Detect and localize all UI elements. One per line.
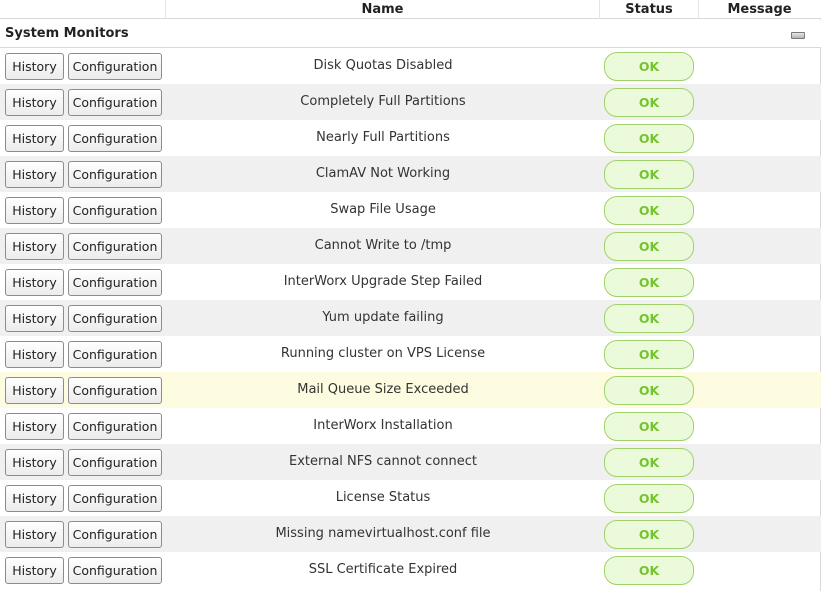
monitor-name: InterWorx Installation (313, 418, 453, 433)
configuration-button[interactable]: Configuration (68, 377, 162, 404)
monitor-name: Cannot Write to /tmp (314, 238, 452, 253)
header-message[interactable]: Message (699, 0, 820, 19)
table-row: History Configuration External NFS cannot … (0, 444, 821, 480)
history-button[interactable]: History (5, 485, 64, 512)
history-button[interactable]: History (5, 305, 64, 332)
status-badge: OK (604, 412, 694, 441)
monitor-name: Running cluster on VPS License (280, 346, 486, 361)
status-badge: OK (604, 448, 694, 477)
monitor-name: License Status (335, 490, 431, 505)
history-button[interactable]: History (5, 125, 64, 152)
table-row: History Configuration InterWorx Upgrade St… (0, 264, 821, 300)
configuration-button[interactable]: Configuration (68, 413, 162, 440)
monitor-name: Mail Queue Size Exceeded (297, 382, 469, 397)
table-row: History Configuration Yum update failing OK (0, 300, 821, 336)
monitor-name: Completely Full Partitions (300, 94, 466, 109)
table-row: History Configuration SSL Certificate Expi… (0, 552, 821, 588)
status-badge: OK (604, 340, 694, 369)
collapse-icon[interactable] (791, 32, 805, 39)
section-header: System Monitors (0, 20, 821, 48)
history-button[interactable]: History (5, 89, 64, 116)
table-header: Name Status Message (0, 0, 821, 19)
configuration-button[interactable]: Configuration (68, 305, 162, 332)
header-name[interactable]: Name (166, 0, 600, 19)
monitor-name: Nearly Full Partitions (316, 130, 450, 145)
configuration-button[interactable]: Configuration (68, 557, 162, 584)
status-badge: OK (604, 196, 694, 225)
monitor-list: History Configuration Disk Quotas Disabled… (0, 48, 821, 588)
history-button[interactable]: History (5, 269, 64, 296)
status-badge: OK (604, 556, 694, 585)
table-row: History Configuration Cannot Write to /tmp… (0, 228, 821, 264)
table-row: History Configuration Mail Queue Size Exce… (0, 372, 821, 408)
history-button[interactable]: History (5, 557, 64, 584)
configuration-button[interactable]: Configuration (68, 521, 162, 548)
monitor-name: Swap File Usage (330, 202, 436, 217)
status-badge: OK (604, 232, 694, 261)
history-button[interactable]: History (5, 161, 64, 188)
configuration-button[interactable]: Configuration (68, 125, 162, 152)
configuration-button[interactable]: Configuration (68, 197, 162, 224)
configuration-button[interactable]: Configuration (68, 89, 162, 116)
monitor-name: InterWorx Upgrade Step Failed (283, 274, 483, 289)
configuration-button[interactable]: Configuration (68, 53, 162, 80)
table-row: History Configuration Missing namevirtualh… (0, 516, 821, 552)
configuration-button[interactable]: Configuration (68, 485, 162, 512)
configuration-button[interactable]: Configuration (68, 449, 162, 476)
table-row: History Configuration Nearly Full Partitio… (0, 120, 821, 156)
configuration-button[interactable]: Configuration (68, 161, 162, 188)
table-row: History Configuration Disk Quotas Disabled… (0, 48, 821, 84)
table-row: History Configuration Completely Full Part… (0, 84, 821, 120)
table-row: History Configuration Running cluster on V… (0, 336, 821, 372)
status-badge: OK (604, 124, 694, 153)
configuration-button[interactable]: Configuration (68, 341, 162, 368)
header-actions-column (0, 0, 166, 19)
monitor-name: External NFS cannot connect (288, 454, 478, 469)
status-badge: OK (604, 376, 694, 405)
monitor-name: Missing namevirtualhost.conf file (275, 526, 491, 541)
header-status[interactable]: Status (600, 0, 699, 19)
status-badge: OK (604, 88, 694, 117)
table-row: History Configuration ClamAV Not Working OK (0, 156, 821, 192)
history-button[interactable]: History (5, 413, 64, 440)
history-button[interactable]: History (5, 53, 64, 80)
history-button[interactable]: History (5, 197, 64, 224)
status-badge: OK (604, 52, 694, 81)
table-row: History Configuration Swap File Usage OK (0, 192, 821, 228)
status-badge: OK (604, 520, 694, 549)
configuration-button[interactable]: Configuration (68, 269, 162, 296)
monitor-name: SSL Certificate Expired (308, 562, 458, 577)
history-button[interactable]: History (5, 521, 64, 548)
configuration-button[interactable]: Configuration (68, 233, 162, 260)
table-row: History Configuration InterWorx Installati… (0, 408, 821, 444)
history-button[interactable]: History (5, 233, 64, 260)
monitor-name: ClamAV Not Working (315, 166, 451, 181)
section-title: System Monitors (5, 26, 129, 41)
monitor-name: Disk Quotas Disabled (313, 58, 453, 73)
status-badge: OK (604, 484, 694, 513)
table-row: History Configuration License Status OK (0, 480, 821, 516)
status-badge: OK (604, 160, 694, 189)
monitor-name: Yum update failing (322, 310, 444, 325)
status-badge: OK (604, 304, 694, 333)
system-monitors-panel: Name Status Message System Monitors Hist… (0, 0, 821, 591)
history-button[interactable]: History (5, 449, 64, 476)
history-button[interactable]: History (5, 377, 64, 404)
history-button[interactable]: History (5, 341, 64, 368)
status-badge: OK (604, 268, 694, 297)
